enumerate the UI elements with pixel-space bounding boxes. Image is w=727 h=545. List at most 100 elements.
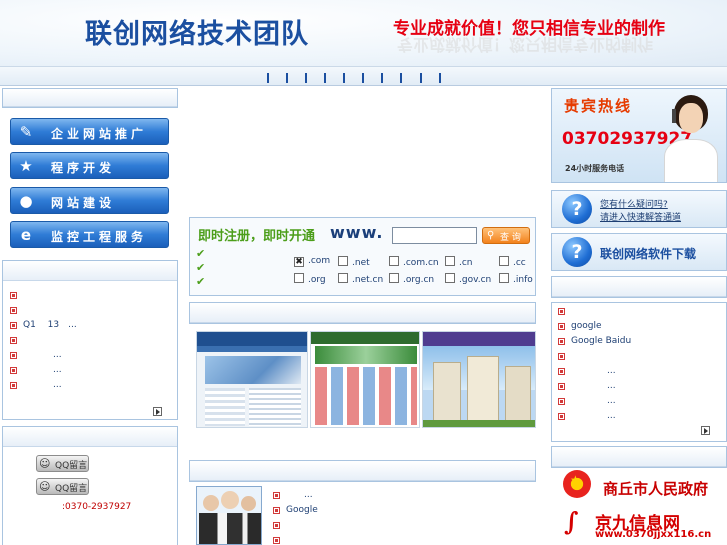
tld-label: .org [308, 275, 326, 285]
tld-option-net[interactable]: .net [338, 256, 370, 268]
shangqiu-government-link[interactable]: 商丘市人民政府 [557, 469, 719, 503]
showcase-site-thumbnail[interactable] [310, 331, 420, 428]
showcase-site-thumbnail[interactable] [196, 331, 308, 428]
tld-label: .cc [513, 258, 526, 268]
vip-hotline-banner: 贵宾热线 03702937927 24小时服务电话 [551, 88, 727, 183]
list-item[interactable] [7, 288, 175, 303]
faq-link[interactable]: 您有什么疑问吗? [600, 197, 668, 210]
customer-service-operator-image [664, 95, 718, 182]
thumbnail-header [423, 332, 535, 346]
menu-button-program-dev[interactable]: ★ 程序开发 [10, 152, 169, 179]
more-arrow-icon[interactable] [701, 426, 710, 435]
faq-card[interactable]: ? 您有什么疑问吗? 请进入快速解答通道 [551, 190, 727, 228]
list-item-text: ... [286, 490, 313, 500]
national-emblem-icon [563, 470, 591, 498]
tld-option-info[interactable]: .info [499, 273, 533, 285]
tld-label: .net [352, 258, 370, 268]
tld-option-net-cn[interactable]: .net.cn [338, 273, 383, 285]
list-item[interactable] [555, 304, 723, 319]
list-item[interactable] [555, 349, 723, 364]
bullet-icon [10, 352, 17, 359]
list-item[interactable]: ... [7, 363, 175, 378]
tld-option-com[interactable]: ✖ .com [294, 256, 330, 268]
operator-face [679, 103, 703, 133]
bullet-icon [558, 308, 565, 315]
jiujiu-info-link[interactable]: ∫ 京九信息网 www.0370jjxx116.cn [561, 505, 719, 545]
tld-option-org-cn[interactable]: .org.cn [389, 273, 434, 285]
list-item[interactable] [270, 533, 530, 545]
list-item-text: ... [53, 365, 62, 375]
right-links-panel: google Google Baidu ... ... ... ... [551, 302, 727, 442]
list-item[interactable] [270, 518, 530, 533]
list-item[interactable] [7, 303, 175, 318]
checkbox[interactable] [389, 273, 399, 283]
menu-button-monitoring[interactable]: e 监控工程服务 [10, 221, 169, 248]
checkbox[interactable] [499, 273, 509, 283]
right-friend-links-header [551, 446, 727, 468]
panel-header [552, 447, 726, 467]
menu-button-label: 网站建设 [51, 196, 116, 210]
qq-icon: ☺ [39, 480, 51, 493]
checkbox[interactable] [294, 273, 304, 283]
bullet-icon [558, 413, 565, 420]
jiujiu-link-url: www.0370jjxx116.cn [595, 529, 712, 540]
tld-label: .gov.cn [459, 275, 492, 285]
list-item[interactable]: ... [555, 394, 723, 409]
list-item[interactable]: Q1 13 ... [7, 318, 175, 333]
qq-message-button[interactable]: ☺ QQ留言 [36, 478, 89, 495]
list-item[interactable]: Google [270, 503, 530, 518]
thumbnail-banner [315, 346, 417, 364]
menu-button-seo[interactable]: ✎ 企业网站推广 [10, 118, 169, 145]
checkbox[interactable] [338, 256, 348, 266]
list-item[interactable]: ... [555, 379, 723, 394]
list-item[interactable]: Google Baidu [555, 334, 723, 349]
checkbox[interactable] [389, 256, 399, 266]
list-item[interactable]: ... [7, 378, 175, 393]
tld-option-cc[interactable]: .cc [499, 256, 526, 268]
menu-button-label: 程序开发 [51, 161, 116, 175]
tld-label: .com.cn [403, 258, 439, 268]
menu-button-website-build[interactable]: ● 网站建设 [10, 187, 169, 214]
list-item[interactable]: ... [7, 348, 175, 363]
jiujiu-logo-icon: ∫ [564, 507, 579, 536]
more-arrow-icon[interactable] [153, 407, 162, 416]
list-item[interactable] [7, 333, 175, 348]
thumbnail-building [505, 366, 531, 422]
site-logo[interactable]: 联创网络技术团队 [85, 12, 309, 51]
qq-button-label: QQ留言 [55, 484, 88, 494]
showcase-header-panel [189, 302, 536, 324]
tld-label: .org.cn [403, 275, 435, 285]
showcase-site-thumbnail[interactable] [422, 331, 536, 428]
checkbox[interactable] [445, 256, 455, 266]
list-item[interactable]: ... [555, 409, 723, 424]
menu-button-label: 企业网站推广 [51, 127, 148, 141]
tld-label: .net.cn [352, 275, 384, 285]
hotline-title: 贵宾热线 [564, 97, 633, 115]
checkbox[interactable] [338, 273, 348, 283]
checkbox[interactable]: ✖ [294, 257, 304, 267]
checkbox[interactable] [499, 256, 509, 266]
tld-option-gov-cn[interactable]: .gov.cn [445, 273, 491, 285]
domain-query-button[interactable]: ⚲ 查 询 [482, 227, 530, 244]
bullet-icon [273, 492, 280, 499]
panel-header [3, 89, 177, 107]
checkbox[interactable] [445, 273, 455, 283]
main-nav-bar [0, 66, 727, 86]
list-item-text: ... [607, 396, 616, 406]
bullet-icon [558, 398, 565, 405]
domain-input[interactable] [392, 227, 477, 244]
tld-option-cn[interactable]: .cn [445, 256, 473, 268]
tld-option-com-cn[interactable]: .com.cn [389, 256, 439, 268]
software-download-label[interactable]: 联创网络软件下载 [600, 245, 696, 262]
tld-option-org[interactable]: .org [294, 273, 326, 285]
bullet-icon [273, 522, 280, 529]
left-news-list: Q1 13 ... ... ... ... [7, 288, 175, 393]
list-item[interactable]: ... [270, 488, 530, 503]
qq-message-button[interactable]: ☺ QQ留言 [36, 455, 89, 472]
list-item[interactable]: ... [555, 364, 723, 379]
faq-quick-answer-link[interactable]: 请进入快速解答通道 [600, 210, 681, 223]
bullet-icon [558, 368, 565, 375]
panel-header [3, 427, 177, 447]
list-item[interactable]: google [555, 319, 723, 334]
software-download-card[interactable]: ? 联创网络软件下载 [551, 233, 727, 271]
